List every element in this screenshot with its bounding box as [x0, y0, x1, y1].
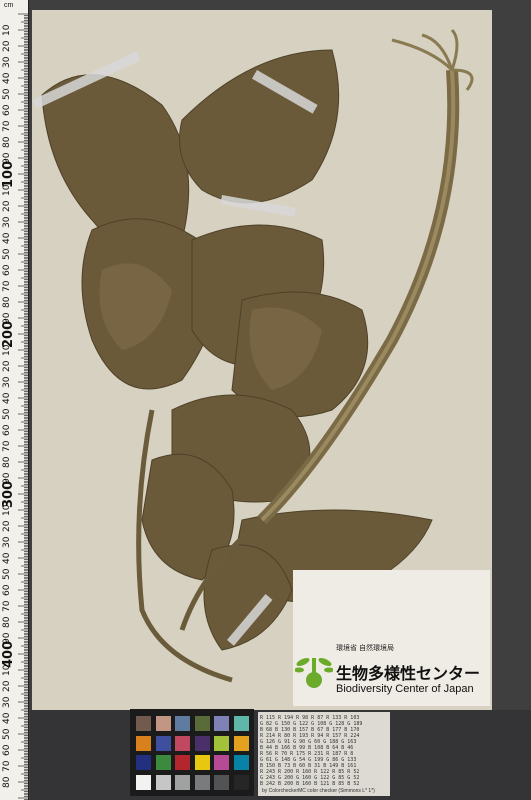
ruler-minor-label: 20 [2, 680, 12, 692]
ruler-minor-label: 10 [2, 24, 12, 36]
logo-title-english: Biodiversity Center of Japan [336, 683, 474, 695]
ruler-minor-label: 10 [2, 664, 12, 676]
ruler-minor-label: 30 [2, 56, 12, 68]
color-swatch [233, 735, 249, 751]
color-swatch [194, 755, 210, 770]
color-swatch [155, 735, 171, 751]
ruler-minor-label: 30 [2, 696, 12, 708]
ruler-minor-label: 70 [2, 440, 12, 452]
color-value-row: B 242 B 200 B 160 B 121 B 85 B 52 [260, 781, 360, 787]
ruler-minor-label: 70 [2, 280, 12, 292]
color-value-table: R 115 R 194 R 98 R 87 R 133 R 103 G 82 G … [258, 712, 390, 796]
ruler-minor-label: 40 [2, 392, 12, 404]
ruler-minor-label: 60 [2, 424, 12, 436]
ruler-minor-label: 50 [2, 568, 12, 580]
color-swatch [136, 735, 151, 751]
color-swatch [155, 774, 171, 790]
ruler-minor-label: 70 [2, 600, 12, 612]
ruler-minor-label: 20 [2, 40, 12, 52]
sprout-logo-icon [295, 657, 333, 688]
color-swatch [194, 735, 210, 751]
color-card-credit: by ColorcheckerMC color checker (Simmons… [262, 788, 375, 794]
ruler-minor-label: 40 [2, 232, 12, 244]
ruler-minor-label: 80 [2, 616, 12, 628]
ruler-minor-label: 70 [2, 760, 12, 772]
ruler-minor-label: 80 [2, 136, 12, 148]
color-swatch [214, 755, 229, 770]
ruler-minor-label: 80 [2, 296, 12, 308]
ruler-minor-label: 60 [2, 744, 12, 756]
ruler-minor-label: 60 [2, 584, 12, 596]
color-swatch [214, 716, 229, 731]
color-swatch [155, 755, 171, 770]
ruler-minor-label: 50 [2, 728, 12, 740]
color-swatch [233, 755, 249, 770]
ruler-minor-label: 30 [2, 536, 12, 548]
logo-title-japanese: 生物多様性センター [336, 666, 481, 683]
logo-subtitle: 環境省 自然環境局 [336, 645, 394, 652]
ruler-minor-label: 80 [2, 776, 12, 788]
ruler-minor-label: 40 [2, 712, 12, 724]
color-swatch [155, 716, 171, 731]
color-swatch [194, 774, 210, 790]
ruler-minor-label: 20 [2, 360, 12, 372]
ruler-minor-label: 10 [2, 184, 12, 196]
ruler-minor-label: 80 [2, 456, 12, 468]
color-swatch [175, 735, 190, 751]
ruler-minor-label: 10 [2, 504, 12, 516]
ruler-minor-label: 30 [2, 376, 12, 388]
color-swatch [136, 716, 151, 731]
ruler-minor-label: 70 [2, 120, 12, 132]
color-swatch [136, 774, 151, 790]
color-swatch [214, 774, 229, 790]
measurement-ruler: cm 10 20 30 40 50 60 70 80 90 100 10 20 30 40 50 60 70 80… [0, 0, 29, 800]
color-swatch [175, 774, 190, 790]
ruler-minor-label: 40 [2, 72, 12, 84]
color-swatch [175, 755, 190, 770]
color-swatch [175, 716, 190, 731]
color-swatch [136, 755, 151, 770]
ruler-minor-label: 20 [2, 520, 12, 532]
ruler-minor-label: 20 [2, 200, 12, 212]
ruler-minor-label: 50 [2, 248, 12, 260]
ruler-minor-label: 10 [2, 344, 12, 356]
color-swatch [233, 774, 249, 790]
ruler-minor-label: 50 [2, 408, 12, 420]
color-swatch [214, 735, 229, 751]
ruler-minor-label: 50 [2, 88, 12, 100]
ruler-minor-label: 60 [2, 264, 12, 276]
color-swatch [194, 716, 210, 731]
ruler-minor-label: 40 [2, 552, 12, 564]
ruler-minor-label: 60 [2, 104, 12, 116]
color-checker-card [130, 709, 254, 796]
ruler-minor-label: 30 [2, 216, 12, 228]
color-swatch [233, 716, 249, 731]
